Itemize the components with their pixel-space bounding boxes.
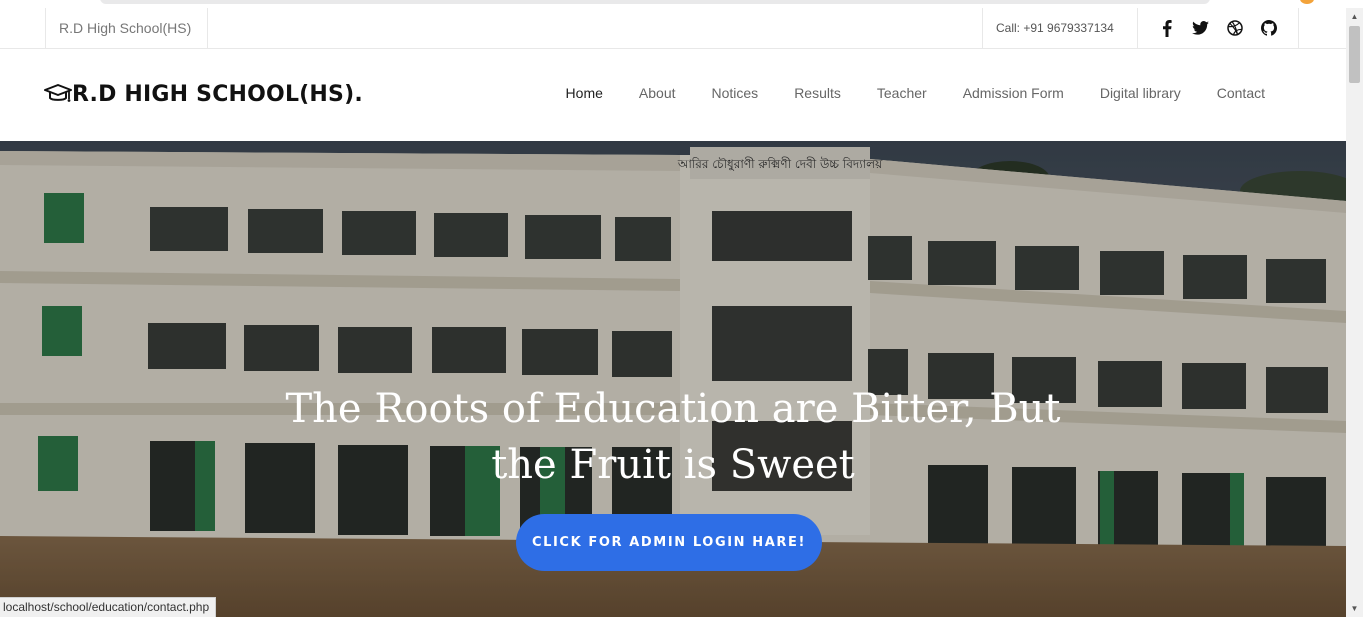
nav-menu: Home About Notices Results Teacher Admis… xyxy=(548,83,1283,103)
admin-login-button[interactable]: CLICK FOR ADMIN LOGIN HARE! xyxy=(516,514,822,571)
nav-admission-form[interactable]: Admission Form xyxy=(945,83,1082,103)
browser-chrome xyxy=(0,0,1363,8)
hero-title: The Roots of Education are Bitter, But t… xyxy=(0,381,1346,493)
graduation-cap-icon xyxy=(44,81,72,107)
nav-about[interactable]: About xyxy=(621,83,694,103)
page-scrollbar[interactable]: ▲ ▼ xyxy=(1346,8,1363,617)
brand-name: R.D HIGH SCHOOL(HS). xyxy=(72,81,363,107)
dribbble-icon[interactable] xyxy=(1226,20,1243,37)
scroll-up-arrow-icon[interactable]: ▲ xyxy=(1346,8,1363,25)
hero-title-line-1: The Roots of Education are Bitter, But xyxy=(285,386,1061,432)
github-icon[interactable] xyxy=(1260,20,1277,37)
hero-title-line-2: the Fruit is Sweet xyxy=(491,442,855,488)
nav-teacher[interactable]: Teacher xyxy=(859,83,945,103)
top-bar-phone: Call: +91 9679337134 xyxy=(982,8,1138,48)
browser-status-url: localhost/school/education/contact.php xyxy=(0,597,217,617)
extension-icon xyxy=(1300,0,1314,4)
scroll-down-arrow-icon[interactable]: ▼ xyxy=(1346,600,1363,617)
hero-section: আরির চৌধুরাণী রুক্মিণী দেবী উচ্চ বিদ্যাল… xyxy=(0,141,1346,617)
address-bar-edge xyxy=(100,0,1210,4)
top-bar-school-name: R.D High School(HS) xyxy=(45,8,208,48)
facebook-icon[interactable] xyxy=(1158,19,1175,37)
top-bar: R.D High School(HS) Call: +91 9679337134 xyxy=(0,8,1346,49)
twitter-icon[interactable] xyxy=(1192,20,1209,37)
nav-contact[interactable]: Contact xyxy=(1199,83,1283,103)
nav-results[interactable]: Results xyxy=(776,83,859,103)
nav-notices[interactable]: Notices xyxy=(694,83,777,103)
nav-digital-library[interactable]: Digital library xyxy=(1082,83,1199,103)
scrollbar-thumb[interactable] xyxy=(1349,26,1360,83)
social-links xyxy=(1138,8,1299,48)
main-navbar: R.D HIGH SCHOOL(HS). Home About Notices … xyxy=(0,49,1346,141)
nav-home[interactable]: Home xyxy=(548,83,621,103)
brand-logo[interactable]: R.D HIGH SCHOOL(HS). xyxy=(44,81,363,107)
